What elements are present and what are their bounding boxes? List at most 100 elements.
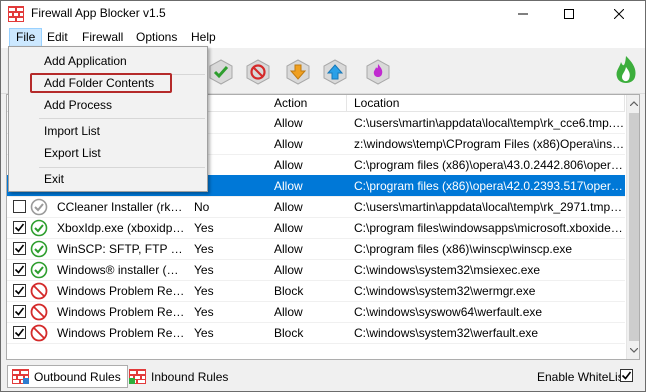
app-name-cell: XboxIdp.exe (xboxidp.e...	[57, 221, 187, 235]
vertical-scrollbar[interactable]	[626, 95, 639, 359]
location-cell: C:\users\martin\appdata\local\temp\rk_29…	[354, 200, 625, 214]
scroll-up-button[interactable]	[627, 95, 639, 112]
move-up-button[interactable]	[321, 58, 349, 86]
location-cell: C:\program files (x86)\winscp\winscp.exe	[354, 242, 573, 256]
tab-inbound-rules[interactable]: Inbound Rules	[125, 365, 234, 388]
scroll-down-button[interactable]	[627, 342, 639, 359]
checkmark-icon	[14, 286, 25, 295]
row-enable-checkbox[interactable]	[13, 305, 26, 318]
app-logo-icon	[8, 6, 24, 22]
title-bar: Firewall App Blocker v1.5	[1, 1, 645, 27]
app-name-cell: Windows Problem Repor...	[57, 326, 187, 340]
location-cell: C:\users\martin\appdata\local\temp\rk_cc…	[354, 116, 625, 130]
table-row[interactable]: Windows Problem Repor... Yes Block C:\windo…	[7, 280, 625, 302]
allow-status-icon	[30, 240, 48, 258]
annotation-highlight-box	[30, 73, 172, 93]
menu-item-add-application[interactable]: Add Application	[10, 50, 206, 72]
file-menu-dropdown: Add Application Add Folder Contents Add …	[8, 46, 208, 192]
enabled-cell: No	[194, 200, 210, 214]
tab-outbound-label: Outbound Rules	[34, 369, 121, 384]
checkmark-icon	[14, 244, 25, 253]
action-cell: Allow	[274, 242, 303, 256]
enabled-cell: Yes	[194, 242, 214, 256]
scroll-thumb[interactable]	[629, 113, 639, 341]
app-name-cell: WinSCP: SFTP, FTP and ...	[57, 242, 187, 256]
checkmark-icon	[621, 371, 632, 380]
maximize-icon	[564, 9, 574, 19]
menu-edit[interactable]: Edit	[41, 28, 74, 47]
app-name-cell: CCleaner Installer (rk_2...	[57, 200, 187, 214]
outbound-rules-icon	[12, 369, 29, 384]
maximize-button[interactable]	[547, 1, 591, 27]
row-enable-checkbox[interactable]	[13, 221, 26, 234]
menu-help[interactable]: Help	[185, 28, 222, 47]
enabled-cell: Yes	[194, 326, 214, 340]
enabled-cell: Yes	[194, 284, 214, 298]
menu-file[interactable]: File	[9, 28, 43, 47]
menu-firewall[interactable]: Firewall	[76, 28, 129, 47]
app-window: Firewall App Blocker v1.5 File Edit Fire…	[0, 0, 646, 392]
move-down-icon	[286, 59, 310, 85]
location-cell: C:\program files (x86)\opera\42.0.2393.5…	[354, 179, 625, 193]
enable-whitelist-label: Enable WhiteList	[537, 370, 628, 384]
column-header-action[interactable]: Action	[269, 95, 347, 112]
location-cell: C:\windows\system32\wermgr.exe	[354, 284, 536, 298]
inactive-status-icon	[30, 198, 48, 216]
table-row[interactable]: XboxIdp.exe (xboxidp.e... Yes Allow C:\prog…	[7, 217, 625, 239]
column-header-location[interactable]: Location	[349, 95, 625, 112]
action-cell: Allow	[274, 221, 303, 235]
checkmark-icon	[14, 307, 25, 316]
location-cell: C:\program files (x86)\opera\43.0.2442.8…	[354, 158, 625, 172]
menu-item-import-list[interactable]: Import List	[10, 120, 206, 142]
checkmark-icon	[14, 223, 25, 232]
action-cell: Allow	[274, 158, 303, 172]
app-name-cell: Windows Problem Repor...	[57, 284, 187, 298]
menu-item-exit[interactable]: Exit	[10, 168, 206, 190]
action-cell: Allow	[274, 116, 303, 130]
close-button[interactable]	[593, 1, 645, 27]
enable-whitelist-checkbox[interactable]	[620, 369, 633, 382]
row-enable-checkbox[interactable]	[13, 242, 26, 255]
table-row[interactable]: Windows Problem Repor... Yes Allow C:\windo…	[7, 301, 625, 323]
menu-item-add-process[interactable]: Add Process	[10, 94, 206, 116]
tab-outbound-rules[interactable]: Outbound Rules	[7, 365, 128, 388]
checkmark-icon	[14, 328, 25, 337]
allow-check-icon	[209, 59, 233, 85]
action-cell: Allow	[274, 263, 303, 277]
location-cell: z:\windows\temp\CProgram Files (x86)Oper…	[354, 137, 625, 151]
menu-separator	[39, 118, 205, 119]
menu-options[interactable]: Options	[130, 28, 183, 47]
window-title: Firewall App Blocker v1.5	[31, 6, 166, 20]
allow-button[interactable]	[207, 58, 235, 86]
action-cell: Block	[274, 326, 304, 340]
move-up-icon	[323, 59, 347, 85]
table-row[interactable]: WinSCP: SFTP, FTP and ... Yes Allow C:\prog…	[7, 238, 625, 260]
table-row[interactable]: Windows Problem Repor... Yes Block C:\windo…	[7, 322, 625, 344]
menu-item-export-list[interactable]: Export List	[10, 142, 206, 164]
block-status-icon	[30, 324, 48, 342]
table-row[interactable]: Windows® installer (msi... Yes Allow C:\win…	[7, 259, 625, 281]
block-button[interactable]	[244, 58, 272, 86]
minimize-button[interactable]	[501, 1, 545, 27]
row-enable-checkbox[interactable]	[13, 200, 26, 213]
row-enable-checkbox[interactable]	[13, 263, 26, 276]
allow-status-icon	[30, 261, 48, 279]
row-enable-checkbox[interactable]	[13, 326, 26, 339]
close-icon	[614, 9, 624, 19]
action-cell: Allow	[274, 200, 303, 214]
location-cell: C:\windows\system32\msiexec.exe	[354, 263, 541, 277]
enabled-cell: Yes	[194, 305, 214, 319]
status-bar: Outbound Rules Inbound Rules Enable Whit…	[1, 362, 645, 391]
chevron-down-icon	[630, 348, 638, 353]
menu-bar: File Edit Firewall Options Help	[1, 27, 645, 48]
enabled-cell: Yes	[194, 221, 214, 235]
location-cell: C:\windows\system32\werfault.exe	[354, 326, 539, 340]
block-status-icon	[30, 303, 48, 321]
flame-button[interactable]	[364, 58, 392, 86]
location-cell: C:\program files\windowsapps\microsoft.x…	[354, 221, 625, 235]
location-cell: C:\windows\syswow64\werfault.exe	[354, 305, 543, 319]
move-down-button[interactable]	[284, 58, 312, 86]
row-enable-checkbox[interactable]	[13, 284, 26, 297]
enabled-cell: Yes	[194, 263, 214, 277]
table-row[interactable]: CCleaner Installer (rk_2... No Allow C:\use…	[7, 196, 625, 218]
